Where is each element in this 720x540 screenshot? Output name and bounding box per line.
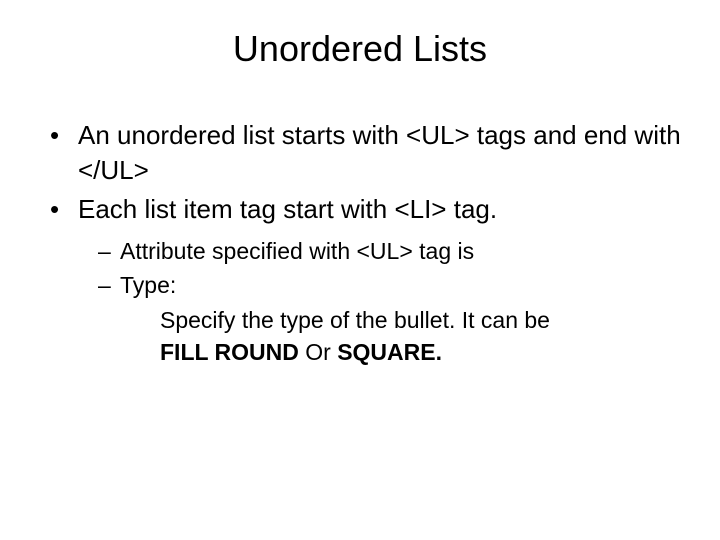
bullet-item-1: An unordered list starts with <UL> tags … bbox=[50, 118, 690, 188]
desc-line1: Specify the type of the bullet. It can b… bbox=[160, 307, 550, 333]
desc-bold-square: SQUARE. bbox=[337, 339, 442, 365]
desc-bold-fillround: FILL ROUND bbox=[160, 339, 299, 365]
description-block: Specify the type of the bullet. It can b… bbox=[120, 304, 690, 368]
desc-or: Or bbox=[299, 339, 337, 365]
bullet-item-2-text: Each list item tag start with <LI> tag. bbox=[78, 194, 497, 224]
bullet-list-level2: Attribute specified with <UL> tag is Typ… bbox=[78, 235, 690, 368]
sub-item-1: Attribute specified with <UL> tag is bbox=[98, 235, 690, 267]
sub-item-2-text: Type: bbox=[120, 272, 176, 298]
bullet-list-level1: An unordered list starts with <UL> tags … bbox=[30, 118, 690, 368]
bullet-item-2: Each list item tag start with <LI> tag. … bbox=[50, 192, 690, 368]
slide-title: Unordered Lists bbox=[30, 28, 690, 70]
sub-item-2: Type: Specify the type of the bullet. It… bbox=[98, 269, 690, 368]
